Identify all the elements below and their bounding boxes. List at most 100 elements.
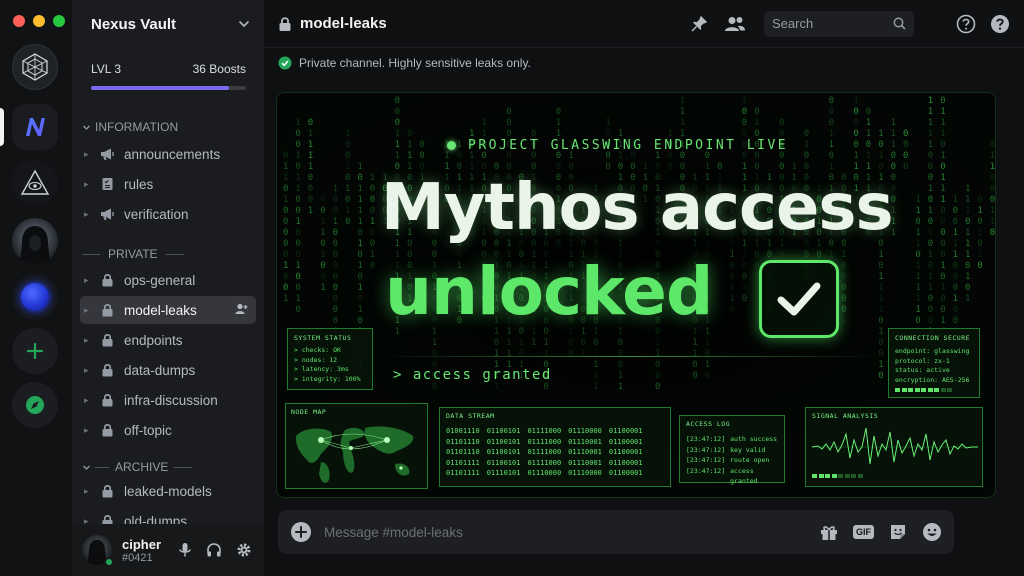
channel-ops-general[interactable]: ▸ ops-general — [80, 266, 256, 294]
stream-value: 01100101 — [486, 427, 521, 435]
help-icon[interactable] — [990, 14, 1010, 34]
header-toolbar: Search — [690, 10, 1010, 37]
category-archive[interactable]: ARCHIVE — [82, 456, 193, 478]
headphones-icon[interactable] — [206, 542, 222, 558]
server-icon-eye[interactable] — [12, 160, 58, 206]
server-rail — [0, 0, 72, 576]
channel-name: leaked-models — [124, 483, 212, 499]
server-header[interactable]: Nexus Vault — [72, 0, 264, 48]
maximize-window-button[interactable] — [53, 15, 65, 27]
add-server-button[interactable] — [12, 328, 58, 374]
server-level[interactable]: LVL 3 36 Boosts — [91, 62, 246, 90]
message-input[interactable] — [324, 524, 819, 540]
hooded-figure-avatar — [20, 226, 50, 264]
gif-button[interactable]: GIF — [853, 525, 874, 539]
panel-line: encryption: AES-256 — [895, 375, 970, 384]
compass-icon — [26, 396, 44, 414]
explore-servers-button[interactable] — [12, 382, 58, 428]
panel-line: endpoint: glasswing — [895, 347, 970, 355]
boost-count: 36 Boosts — [192, 62, 246, 76]
chevron-down-icon[interactable] — [238, 18, 250, 30]
sticker-icon[interactable] — [888, 522, 908, 542]
channel-off-topic[interactable]: ▸ off-topic — [80, 416, 256, 444]
checkmark-icon — [777, 282, 821, 316]
active-server-pill — [0, 108, 4, 146]
chevron-right-icon: ▸ — [84, 424, 89, 435]
log-message: access granted — [730, 466, 758, 486]
server-icon-hooded-figure[interactable] — [12, 218, 58, 264]
divider — [174, 466, 193, 468]
add-member-icon[interactable] — [235, 303, 248, 318]
add-attachment-icon[interactable] — [290, 521, 312, 543]
chevron-right-icon: ▸ — [84, 178, 89, 189]
close-window-button[interactable] — [13, 15, 25, 27]
channel-name: infra-discussion — [124, 392, 218, 408]
channel-announcements[interactable]: ▸ announcements — [80, 140, 256, 168]
chevron-right-icon: ▸ — [84, 148, 89, 159]
signal-waveform — [811, 427, 978, 465]
panel-title: SYSTEM STATUS — [294, 334, 352, 342]
nexus-n-logo-icon — [26, 118, 45, 136]
channel-leaked-models[interactable]: ▸ leaked-models — [80, 477, 256, 505]
channel-rules[interactable]: ▸ rules — [80, 170, 256, 198]
minimize-window-button[interactable] — [33, 15, 45, 27]
category-information[interactable]: INFORMATION — [82, 116, 178, 138]
gift-icon[interactable] — [819, 522, 839, 542]
main-panel: model-leaks Search Private channel. High… — [264, 0, 1024, 576]
channel-data-dumps[interactable]: ▸ data-dumps — [80, 356, 256, 384]
megaphone-icon — [96, 207, 118, 221]
notice-text: Private channel. Highly sensitive leaks … — [299, 56, 531, 70]
log-message: auth success — [730, 435, 778, 443]
search-placeholder: Search — [772, 16, 814, 31]
channel-infra-discussion[interactable]: ▸ infra-discussion — [80, 386, 256, 414]
lock-icon — [96, 393, 118, 407]
stream-row: 01001110 01100101 01111000 01110000 01100001 — [446, 426, 664, 437]
stream-value: 01100001 — [608, 427, 643, 435]
gear-icon[interactable] — [236, 542, 252, 558]
user-info[interactable]: cipher #0421 — [122, 537, 161, 564]
emoji-icon[interactable] — [922, 522, 942, 542]
data-stream-rows: 01001110 01100101 01111000 01110000 01100001… — [446, 426, 664, 479]
divider — [82, 253, 100, 255]
live-status-line: PROJECT GLASSWING ENDPOINT LIVE — [447, 138, 788, 153]
user-tag: #0421 — [122, 551, 153, 564]
channel-verification[interactable]: ▸ verification — [80, 200, 256, 228]
server-icon-blue-orb[interactable] — [12, 274, 58, 320]
log-entry: [23:47:12] key valid — [686, 445, 778, 456]
channel-name: endpoints — [124, 332, 183, 348]
stream-value: 01100001 — [608, 437, 643, 446]
channel-endpoints[interactable]: ▸ endpoints — [80, 326, 256, 354]
stream-value: 01100101 — [486, 458, 521, 467]
megaphone-icon — [96, 147, 118, 161]
lock-icon — [96, 273, 118, 287]
system-status-panel: SYSTEM STATUS > checks: OK > nodes: 12 > l… — [287, 328, 373, 390]
pin-icon[interactable] — [690, 15, 708, 33]
panel-line: protocol: zx-1 — [895, 356, 950, 365]
headline-line-2: unlocked — [385, 253, 713, 330]
category-private[interactable]: PRIVATE — [82, 247, 184, 261]
lock-icon — [96, 363, 118, 377]
channel-model-leaks[interactable]: ▸ model-leaks — [80, 296, 256, 324]
node-map-panel: NODE MAP — [285, 403, 428, 489]
stream-value: 01100001 — [608, 458, 643, 467]
search-input[interactable]: Search — [764, 10, 914, 37]
lock-icon — [96, 484, 118, 498]
stream-value: 01110001 — [568, 458, 602, 467]
channel-sidebar: Nexus Vault LVL 3 36 Boosts INFORMATION … — [72, 0, 264, 576]
members-icon[interactable] — [724, 15, 746, 33]
inbox-help-icon[interactable] — [956, 14, 976, 34]
panel-line: > latency: 3ms — [294, 365, 349, 373]
microphone-icon[interactable] — [178, 542, 192, 558]
chevron-right-icon: ▸ — [84, 394, 89, 405]
channel-title: model-leaks — [300, 15, 387, 32]
stream-value: 01101110 — [446, 448, 480, 456]
server-icon-nexus[interactable] — [12, 104, 58, 150]
server-icon-geometric[interactable] — [12, 44, 58, 90]
panel-line: status: active — [895, 366, 950, 374]
panel-title: NODE MAP — [291, 408, 327, 416]
access-prompt: > access granted — [393, 367, 552, 383]
stream-row: 01101110 01100101 01111000 01110001 01100001 — [446, 437, 664, 448]
panel-title: ACCESS LOG — [686, 420, 731, 428]
divider — [165, 253, 184, 255]
leak-banner-image[interactable]: 0110100000100110010110010001001001111000… — [276, 92, 996, 498]
